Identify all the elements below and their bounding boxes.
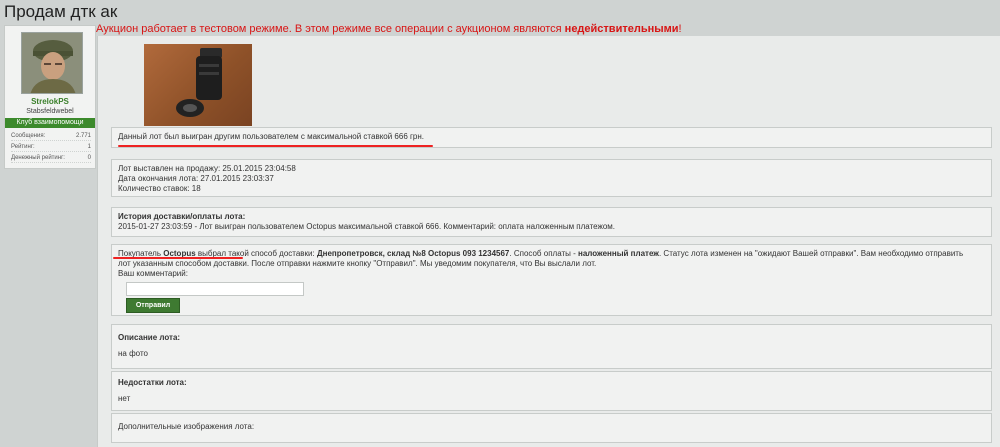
soldier-avatar-icon bbox=[22, 33, 82, 93]
history-entry: 2015-01-27 23:03:59 - Лот выигран пользо… bbox=[118, 222, 616, 231]
notice-text: Аукцион работает в тестовом режиме. В эт… bbox=[96, 23, 565, 35]
delivery-text-part: . Способ оплаты - bbox=[509, 249, 578, 258]
user-name[interactable]: StrelokPS bbox=[5, 97, 95, 106]
delivery-text: Покупатель Octopus выбрал такой способ д… bbox=[118, 249, 985, 259]
notice-bold: недействительными bbox=[564, 23, 679, 35]
flaws-box: Недостатки лота: нет bbox=[111, 371, 992, 411]
flaws-text: нет bbox=[118, 394, 131, 403]
red-underline bbox=[113, 257, 243, 259]
user-card: StrelokPS Stabsfeldwebel Клуб взаимопомо… bbox=[4, 25, 96, 169]
stat-row-money-rating: Денежный рейтинг: 0 bbox=[11, 153, 91, 163]
winner-notice: Данный лот был выигран другим пользовате… bbox=[118, 132, 425, 141]
test-mode-notice: Аукцион работает в тестовом режиме. В эт… bbox=[96, 23, 682, 35]
muzzle-brake-icon bbox=[176, 48, 222, 117]
page-title: Продам дтк ак bbox=[4, 2, 118, 21]
listed-date: Лот выставлен на продажу: 25.01.2015 23:… bbox=[118, 164, 296, 173]
history-title: История доставки/оплаты лота: bbox=[118, 212, 246, 221]
notice-suffix: ! bbox=[678, 23, 682, 35]
stat-value: 0 bbox=[87, 155, 91, 161]
description-box: Описание лота: на фото bbox=[111, 324, 992, 369]
end-date: Дата окончания лота: 27.01.2015 23:03:37 bbox=[118, 174, 274, 183]
comment-input[interactable] bbox=[126, 282, 304, 296]
lot-image[interactable] bbox=[144, 44, 252, 126]
description-text: на фото bbox=[118, 349, 148, 358]
stat-label: Рейтинг: bbox=[11, 144, 35, 150]
flaws-title: Недостатки лота: bbox=[118, 378, 187, 387]
history-box: История доставки/оплаты лота: 2015-01-27… bbox=[111, 207, 992, 237]
description-title: Описание лота: bbox=[118, 333, 181, 342]
stat-label: Сообщения: bbox=[11, 133, 46, 139]
stat-row-rating: Рейтинг: 1 bbox=[11, 142, 91, 152]
stat-label: Денежный рейтинг: bbox=[11, 155, 65, 161]
stat-row-messages: Сообщения: 2.771 bbox=[11, 131, 91, 141]
send-button[interactable]: Отправил bbox=[126, 298, 180, 313]
avatar[interactable] bbox=[21, 32, 83, 94]
extra-images-box: Дополнительные изображения лота: bbox=[111, 413, 992, 443]
lot-panel: Данный лот был выигран другим пользовате… bbox=[97, 36, 1000, 447]
delivery-text-part: . Статус лота изменен на "ожидают Вашей … bbox=[658, 249, 964, 258]
comment-label: Ваш комментарий: bbox=[118, 269, 188, 278]
payment-method: наложенный платеж bbox=[577, 249, 659, 258]
delivery-instructions: лот указанным способом доставки. После о… bbox=[118, 259, 597, 268]
stat-value: 2.771 bbox=[75, 133, 91, 139]
bid-count: Количество ставок: 18 bbox=[118, 184, 201, 193]
extra-images-title: Дополнительные изображения лота: bbox=[118, 422, 255, 431]
club-badge[interactable]: Клуб взаимопомощи bbox=[5, 118, 95, 128]
red-underline bbox=[118, 145, 433, 147]
user-rank: Stabsfeldwebel bbox=[26, 108, 74, 115]
lot-info-box: Лот выставлен на продажу: 25.01.2015 23:… bbox=[111, 159, 992, 197]
delivery-method: Днепропетровск, склад №8 Octopus 093 123… bbox=[316, 249, 510, 258]
delivery-box: Покупатель Octopus выбрал такой способ д… bbox=[111, 244, 992, 316]
stat-value: 1 bbox=[87, 144, 91, 150]
